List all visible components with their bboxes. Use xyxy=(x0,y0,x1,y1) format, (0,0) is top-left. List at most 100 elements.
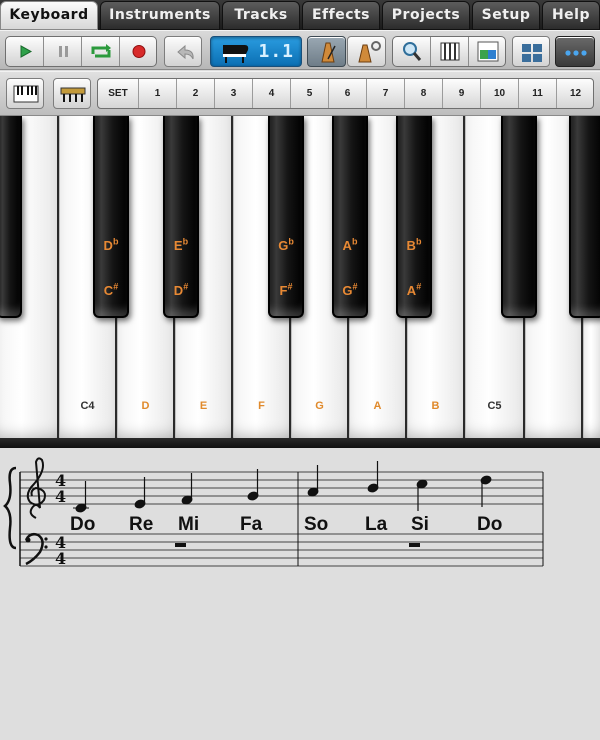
preset-button[interactable]: 8 xyxy=(405,79,443,108)
note-letter: C xyxy=(103,283,114,298)
preset-button[interactable]: 3 xyxy=(215,79,253,108)
white-key-label: C4 xyxy=(80,400,95,412)
white-key-label: C5 xyxy=(487,400,502,412)
undo-button[interactable] xyxy=(164,36,202,67)
black-key-c-sharp[interactable]: Db C# xyxy=(93,116,129,318)
play-button[interactable] xyxy=(6,37,44,66)
preset-button[interactable]: 6 xyxy=(329,79,367,108)
layout-button[interactable] xyxy=(512,36,550,67)
solfege-label: So xyxy=(304,514,329,535)
bass-clef-dot xyxy=(44,537,48,541)
black-key-sharp-label: A# xyxy=(398,281,430,298)
tab-tracks[interactable]: Tracks xyxy=(222,1,300,30)
tab-keyboard[interactable]: Keyboard xyxy=(0,1,98,30)
record-icon xyxy=(132,45,146,58)
note-a4[interactable] xyxy=(367,461,379,493)
time-signature-bottom: 4 xyxy=(55,487,66,506)
loop-icon xyxy=(91,44,111,58)
black-key-d-sharp[interactable]: Eb D# xyxy=(163,116,199,318)
metronome-settings-icon xyxy=(358,41,381,63)
bass-clef-dot xyxy=(44,545,48,549)
pause-button[interactable] xyxy=(44,37,82,66)
white-key-label: B xyxy=(431,400,440,412)
preset-button[interactable]: 11 xyxy=(519,79,557,108)
note-letter: G xyxy=(342,283,353,298)
flat-sign: b xyxy=(182,236,189,247)
metronome-settings-button[interactable] xyxy=(347,36,386,67)
note-letter: A xyxy=(406,283,417,298)
black-key-f-sharp[interactable]: Gb F# xyxy=(268,116,304,318)
note-d4[interactable] xyxy=(134,477,146,509)
whole-rest-icon xyxy=(175,543,186,547)
metronome-button[interactable] xyxy=(307,36,346,67)
black-key-flat-label: Ab xyxy=(334,236,366,253)
flat-sign: b xyxy=(415,236,422,247)
preset-button[interactable]: 4 xyxy=(253,79,291,108)
preset-button[interactable]: 2 xyxy=(177,79,215,108)
keyboard-rail xyxy=(0,438,600,448)
preset-bar: SET 1 2 3 4 5 6 7 8 9 10 11 12 xyxy=(97,78,594,109)
lcd-value: 1.1 xyxy=(258,41,294,62)
black-key-a-sharp[interactable]: Bb A# xyxy=(396,116,432,318)
record-button[interactable] xyxy=(120,37,156,66)
transport-toolbar: 1.1 xyxy=(0,30,600,70)
sharp-sign: # xyxy=(416,281,422,292)
tab-projects[interactable]: Projects xyxy=(382,1,470,30)
preset-button[interactable]: 10 xyxy=(481,79,519,108)
layout-icon xyxy=(522,44,542,62)
note-letter: G xyxy=(278,238,289,253)
preset-button[interactable]: 5 xyxy=(291,79,329,108)
lcd-display[interactable]: 1.1 xyxy=(210,36,302,67)
tab-instruments[interactable]: Instruments xyxy=(100,1,220,30)
black-key[interactable] xyxy=(0,116,22,318)
note-b4[interactable] xyxy=(416,479,428,511)
note-g4[interactable] xyxy=(307,465,319,497)
flat-sign: b xyxy=(351,236,358,247)
note-c5[interactable] xyxy=(480,475,492,507)
black-key[interactable] xyxy=(569,116,600,318)
staff-notation: 4 4 4 4 xyxy=(3,457,544,568)
staff-brace xyxy=(3,466,17,550)
mixer-button[interactable] xyxy=(431,37,469,66)
white-key-label: A xyxy=(373,400,382,412)
sharp-sign: # xyxy=(287,281,293,292)
more-icon xyxy=(565,50,587,56)
bass-clef-dot xyxy=(25,537,31,543)
note-e4[interactable] xyxy=(181,473,193,505)
black-key-g-sharp[interactable]: Ab G# xyxy=(332,116,368,318)
solfege-label: Do xyxy=(477,514,503,535)
preset-button[interactable]: 1 xyxy=(139,79,177,108)
preset-set-button[interactable]: SET xyxy=(98,79,139,108)
black-key[interactable] xyxy=(501,116,537,318)
whole-rest-icon xyxy=(409,543,420,547)
note-letter: D xyxy=(173,283,184,298)
white-key-label: G xyxy=(315,400,324,412)
note-letter: D xyxy=(103,238,113,253)
note-c4[interactable] xyxy=(73,481,89,513)
keyboard-app: Keyboard Instruments Tracks Effects Proj… xyxy=(0,0,600,740)
black-key-sharp-label: C# xyxy=(95,282,127,298)
black-key-flat-label: Eb xyxy=(165,236,197,253)
tab-effects[interactable]: Effects xyxy=(302,1,380,30)
preset-button[interactable]: 9 xyxy=(443,79,481,108)
preset-button[interactable]: 7 xyxy=(367,79,405,108)
drum-pads-button[interactable] xyxy=(53,78,91,109)
loop-button[interactable] xyxy=(82,37,120,66)
treble-staff xyxy=(20,471,543,505)
chord-button[interactable] xyxy=(469,37,505,66)
note-f4[interactable] xyxy=(247,469,259,501)
solfege-label: Si xyxy=(411,514,429,535)
flat-sign: b xyxy=(112,236,119,247)
keyboard-view-button[interactable] xyxy=(6,78,44,109)
view-group xyxy=(392,36,506,67)
tab-help[interactable]: Help xyxy=(542,1,600,30)
mixer-icon xyxy=(440,42,460,61)
tab-setup[interactable]: Setup xyxy=(472,1,540,30)
more-button[interactable] xyxy=(555,36,595,67)
zoom-button[interactable] xyxy=(393,37,431,66)
chord-icon xyxy=(477,41,499,62)
undo-icon xyxy=(177,44,194,60)
metronome-icon xyxy=(321,42,336,63)
preset-button[interactable]: 12 xyxy=(557,79,593,108)
piano-keyboard: C4 D E F G A B C5 Db C# Eb D# Gb F# Ab G… xyxy=(0,116,600,448)
